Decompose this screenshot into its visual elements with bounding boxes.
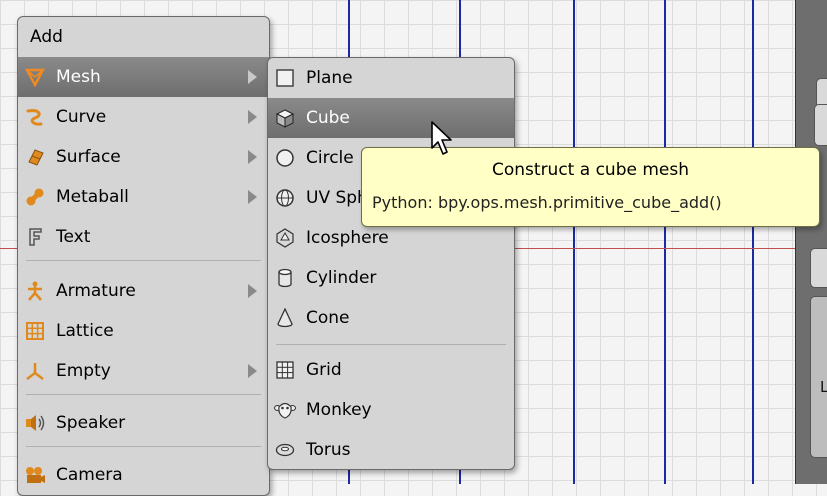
panel-label: L <box>820 378 827 396</box>
tooltip-python-path: Python: bpy.ops.mesh.primitive_cube_add(… <box>372 193 722 212</box>
monkey-icon <box>274 399 296 421</box>
cone-icon <box>274 307 296 329</box>
uv-sphere-icon <box>274 187 296 209</box>
menu-item-cylinder[interactable]: Cylinder <box>268 258 514 298</box>
submenu-arrow-icon <box>248 190 257 204</box>
menu-item-curve[interactable]: Curve <box>18 97 269 137</box>
menu-item-label: Armature <box>56 281 136 301</box>
menu-item-label: Icosphere <box>306 228 389 248</box>
menu-item-label: Cube <box>306 108 350 128</box>
menu-item-armature[interactable]: Armature <box>18 271 269 311</box>
panel-field[interactable] <box>810 248 827 288</box>
submenu-arrow-icon <box>248 110 257 124</box>
menu-item-metaball[interactable]: Metaball <box>18 177 269 217</box>
menu-item-torus[interactable]: Torus <box>268 430 514 470</box>
add-menu-title: Add <box>30 27 63 47</box>
menu-item-label: Mesh <box>56 67 101 87</box>
cylinder-icon <box>274 267 296 289</box>
menu-item-label: Torus <box>306 440 351 460</box>
menu-item-label: Metaball <box>56 187 129 207</box>
menu-item-cone[interactable]: Cone <box>268 298 514 338</box>
add-menu[interactable]: Add Mesh Curve Surface Metaball Text Arm… <box>17 16 270 496</box>
menu-item-label: Camera <box>56 465 123 485</box>
submenu-arrow-icon <box>248 150 257 164</box>
menu-item-label: Monkey <box>306 400 372 420</box>
grid-line-vertical <box>664 0 666 484</box>
menu-item-text[interactable]: Text <box>18 217 269 257</box>
menu-item-speaker[interactable]: Speaker <box>18 403 269 443</box>
circle-icon <box>274 147 296 169</box>
menu-separator <box>26 446 261 447</box>
menu-item-camera[interactable]: Camera <box>18 455 269 495</box>
lattice-icon <box>24 320 46 342</box>
empty-icon <box>24 360 46 382</box>
grid-line-vertical <box>752 0 754 484</box>
menu-item-label: Speaker <box>56 413 126 433</box>
menu-item-label: Curve <box>56 107 107 127</box>
icosphere-icon <box>274 227 296 249</box>
menu-separator <box>276 344 506 345</box>
menu-item-label: Circle <box>306 148 354 168</box>
submenu-arrow-icon <box>248 70 257 84</box>
menu-item-mesh[interactable]: Mesh <box>18 57 269 97</box>
torus-icon <box>274 439 296 461</box>
menu-item-plane[interactable]: Plane <box>268 58 514 98</box>
grid-line-vertical <box>573 0 575 484</box>
armature-icon <box>24 280 46 302</box>
curve-icon <box>24 106 46 128</box>
menu-item-grid[interactable]: Grid <box>268 350 514 390</box>
menu-item-label: Empty <box>56 361 111 381</box>
mesh-icon <box>24 66 46 88</box>
menu-item-label: Cone <box>306 308 350 328</box>
menu-item-label: Plane <box>306 68 353 88</box>
menu-item-empty[interactable]: Empty <box>18 351 269 391</box>
menu-item-surface[interactable]: Surface <box>18 137 269 177</box>
mouse-cursor-icon <box>430 120 456 163</box>
submenu-arrow-icon <box>248 364 257 378</box>
properties-side-panel[interactable]: L <box>795 0 827 484</box>
speaker-icon <box>24 412 46 434</box>
menu-item-monkey[interactable]: Monkey <box>268 390 514 430</box>
text-icon <box>24 226 46 248</box>
menu-item-label: Text <box>56 227 91 247</box>
surface-icon <box>24 146 46 168</box>
tooltip-description: Construct a cube mesh <box>492 160 689 180</box>
menu-item-lattice[interactable]: Lattice <box>18 311 269 351</box>
mesh-submenu[interactable]: Plane Cube Circle UV Sphere Icosphere Cy… <box>267 57 515 470</box>
metaball-icon <box>24 186 46 208</box>
menu-separator <box>26 394 261 395</box>
cube-icon <box>274 107 296 129</box>
menu-item-label: Grid <box>306 360 342 380</box>
menu-item-cube[interactable]: Cube <box>268 98 514 138</box>
camera-icon <box>24 464 46 486</box>
menu-item-label: Surface <box>56 147 121 167</box>
grid-icon <box>274 359 296 381</box>
panel-field[interactable] <box>810 296 827 458</box>
menu-separator <box>26 260 261 261</box>
menu-item-label: Cylinder <box>306 268 377 288</box>
submenu-arrow-icon <box>248 284 257 298</box>
menu-item-label: Lattice <box>56 321 114 341</box>
panel-button[interactable] <box>814 104 827 146</box>
plane-icon <box>274 67 296 89</box>
